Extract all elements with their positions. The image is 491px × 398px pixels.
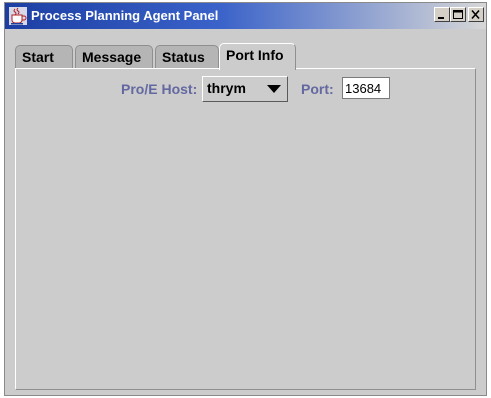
app-window: Process Planning Agent Panel Start Messa… bbox=[4, 2, 487, 396]
close-icon bbox=[471, 9, 480, 20]
minimize-icon bbox=[438, 17, 444, 19]
proe-host-label: Pro/E Host: bbox=[121, 81, 198, 97]
maximize-icon bbox=[453, 10, 463, 19]
port-info-panel: Pro/E Host: thrym Port: bbox=[15, 68, 476, 390]
window-title: Process Planning Agent Panel bbox=[31, 8, 219, 23]
maximize-button[interactable] bbox=[450, 7, 466, 22]
title-bar[interactable]: Process Planning Agent Panel bbox=[5, 3, 486, 29]
tab-message[interactable]: Message bbox=[75, 45, 153, 69]
minimize-button[interactable] bbox=[434, 7, 450, 22]
tab-status[interactable]: Status bbox=[155, 45, 219, 69]
tab-start[interactable]: Start bbox=[15, 45, 73, 69]
chevron-down-icon bbox=[267, 85, 281, 93]
close-button[interactable] bbox=[468, 7, 484, 22]
port-label: Port: bbox=[301, 81, 334, 97]
proe-host-selected-value: thrym bbox=[207, 80, 246, 96]
proe-host-dropdown[interactable]: thrym bbox=[202, 76, 288, 102]
port-input[interactable] bbox=[342, 77, 390, 99]
java-coffee-cup-icon bbox=[9, 7, 27, 25]
tab-port-info[interactable]: Port Info bbox=[219, 43, 296, 70]
